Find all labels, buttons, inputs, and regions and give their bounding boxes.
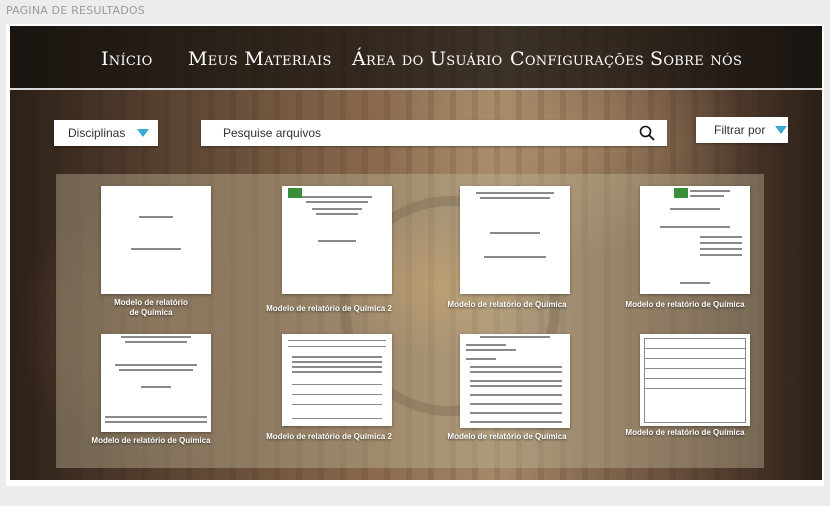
chevron-down-icon	[137, 129, 150, 137]
top-navbar: Início Meus Materiais Área do Usuário Co…	[10, 26, 822, 90]
nav-inicio[interactable]: Início	[101, 48, 153, 70]
search-icon[interactable]	[639, 125, 655, 144]
document-thumbnail[interactable]	[460, 334, 570, 428]
app-frame: Início Meus Materiais Área do Usuário Co…	[6, 24, 824, 486]
result-title[interactable]: Modelo de relatório de Química	[56, 436, 246, 446]
result-title[interactable]: Modelo de relatório de Química	[590, 428, 780, 438]
result-card[interactable]: Modelo de relatório de Química	[412, 184, 602, 324]
result-card[interactable]: Modelo de relatório de Química 2	[234, 184, 424, 324]
nav-configuracoes[interactable]: Configurações	[510, 48, 644, 70]
result-card[interactable]: Modelo de relatório de Química	[590, 184, 780, 324]
document-thumbnail[interactable]	[282, 334, 392, 426]
result-card[interactable]: Modelo de relatório de Química	[412, 330, 602, 460]
search-input[interactable]: Pesquise arquivos	[201, 120, 667, 146]
result-title[interactable]: Modelo de relatório de Química	[56, 298, 246, 318]
result-card[interactable]: Modelo de relatório de Química 2	[234, 330, 424, 460]
result-title[interactable]: Modelo de relatório de Química 2	[234, 304, 424, 314]
nav-meus-materiais[interactable]: Meus Materiais	[188, 48, 332, 70]
result-title[interactable]: Modelo de relatório de Química	[590, 300, 780, 310]
result-card[interactable]: Modelo de relatório de Química	[56, 184, 246, 324]
nav-sobre-nos[interactable]: Sobre nós	[650, 48, 742, 70]
disciplinas-dropdown[interactable]: Disciplinas	[54, 120, 158, 146]
page-label: PAGINA DE RESULTADOS	[6, 4, 145, 17]
result-card[interactable]: Modelo de relatório de Química	[56, 330, 246, 460]
chevron-down-icon	[775, 126, 788, 134]
result-title[interactable]: Modelo de relatório de Química 2	[234, 432, 424, 442]
filtrar-label: Filtrar por	[714, 123, 766, 137]
search-placeholder: Pesquise arquivos	[223, 126, 322, 140]
result-title[interactable]: Modelo de relatório de Química	[412, 300, 602, 310]
document-thumbnail[interactable]	[101, 186, 211, 294]
result-title[interactable]: Modelo de relatório de Química	[412, 432, 602, 442]
nav-area-do-usuario[interactable]: Área do Usuário	[352, 48, 503, 70]
result-card[interactable]: Modelo de relatório de Química	[590, 330, 780, 460]
document-thumbnail[interactable]	[282, 186, 392, 294]
results-grid: Modelo de relatório de Química Modelo de…	[56, 174, 764, 468]
document-thumbnail[interactable]	[640, 334, 750, 426]
disciplinas-label: Disciplinas	[68, 126, 126, 140]
library-background: Início Meus Materiais Área do Usuário Co…	[10, 26, 822, 480]
filtrar-dropdown[interactable]: Filtrar por	[696, 117, 788, 143]
document-thumbnail[interactable]	[460, 186, 570, 294]
document-thumbnail[interactable]	[640, 186, 750, 294]
document-thumbnail[interactable]	[101, 334, 211, 432]
